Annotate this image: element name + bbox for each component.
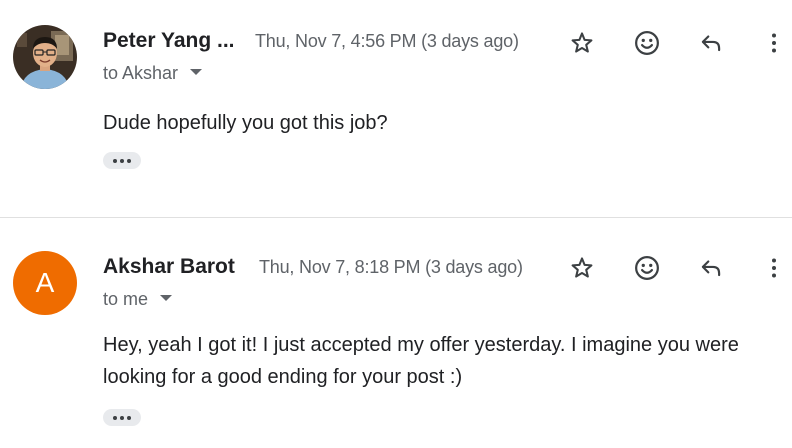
recipient-text: to Akshar — [103, 63, 179, 83]
message-peter-yang: Peter Yang ... Thu, Nov 7, 4:56 PM (3 da… — [0, 0, 792, 217]
reply-icon — [701, 35, 721, 52]
star-icon — [571, 257, 593, 278]
caret-down-icon[interactable] — [190, 69, 203, 76]
caret-down-icon[interactable] — [160, 295, 173, 302]
more-options-button[interactable] — [759, 253, 789, 283]
avatar-akshar-barot[interactable]: A — [13, 251, 77, 315]
more-options-button[interactable] — [759, 28, 789, 58]
star-icon — [571, 32, 593, 53]
message-body: Dude hopefully you got this job? — [103, 112, 388, 134]
message-akshar-barot: A Akshar Barot Thu, Nov 7, 8:18 PM (3 da… — [0, 218, 792, 448]
sender-name[interactable]: Akshar Barot — [103, 255, 235, 279]
message-date[interactable]: Thu, Nov 7, 8:18 PM (3 days ago) — [259, 257, 523, 278]
recipient-line[interactable]: to me — [103, 289, 173, 310]
more-vert-icon — [772, 33, 776, 53]
recipient-text: to me — [103, 289, 149, 309]
reply-icon — [701, 260, 721, 277]
emoji-icon — [635, 256, 659, 280]
add-reaction-button[interactable] — [632, 28, 662, 58]
recipient-line[interactable]: to Akshar — [103, 63, 203, 84]
message-date[interactable]: Thu, Nov 7, 4:56 PM (3 days ago) — [255, 31, 519, 52]
ellipsis-icon — [113, 158, 117, 163]
add-reaction-button[interactable] — [632, 253, 662, 283]
more-vert-icon — [772, 258, 776, 278]
star-button[interactable] — [567, 253, 597, 283]
emoji-icon — [635, 31, 659, 55]
ellipsis-icon — [113, 415, 117, 420]
sender-name[interactable]: Peter Yang ... — [103, 29, 235, 53]
avatar-peter-yang[interactable] — [13, 25, 77, 89]
show-trimmed-content-button[interactable] — [103, 409, 141, 426]
reply-button[interactable] — [696, 28, 726, 58]
show-trimmed-content-button[interactable] — [103, 152, 141, 169]
message-body: Hey, yeah I got it! I just accepted my o… — [103, 334, 739, 388]
reply-button[interactable] — [696, 253, 726, 283]
star-button[interactable] — [567, 28, 597, 58]
